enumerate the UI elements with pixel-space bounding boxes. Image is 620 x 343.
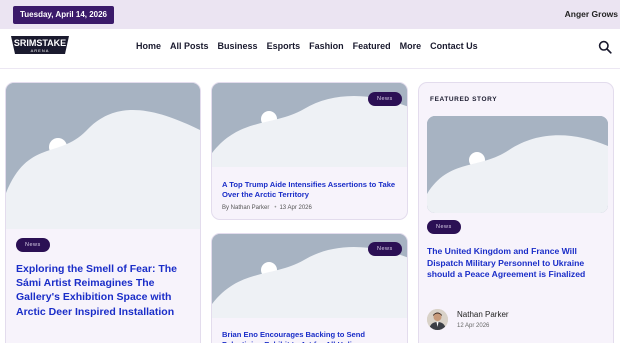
post-title[interactable]: A Top Trump Aide Intensifies Assertions … bbox=[222, 180, 402, 201]
svg-text:ARENA: ARENA bbox=[31, 48, 50, 53]
nav-fashion[interactable]: Fashion bbox=[309, 41, 344, 51]
news-ticker[interactable]: Anger Grows bbox=[565, 9, 618, 19]
featured-date: 12 Apr 2026 bbox=[457, 323, 490, 329]
featured-label: FEATURED STORY bbox=[430, 96, 498, 103]
category-badge[interactable]: News bbox=[427, 220, 461, 234]
post-card-large[interactable]: News Exploring the Smell of Fear: The Sá… bbox=[5, 82, 201, 343]
search-icon[interactable] bbox=[598, 40, 612, 54]
featured-title[interactable]: The United Kingdom and France Will Dispa… bbox=[427, 246, 609, 281]
author-avatar[interactable] bbox=[427, 309, 448, 330]
nav-all-posts[interactable]: All Posts bbox=[170, 41, 209, 51]
top-bar: Tuesday, April 14, 2026 Anger Grows bbox=[0, 0, 620, 29]
post-date: 13 Apr 2026 bbox=[279, 205, 312, 211]
post-meta: By Nathan Parker • 13 Apr 2026 bbox=[222, 205, 312, 211]
site-logo[interactable]: SRIMSTAKE ARENA bbox=[9, 32, 71, 62]
nav-business[interactable]: Business bbox=[218, 41, 258, 51]
svg-text:SRIMSTAKE: SRIMSTAKE bbox=[14, 38, 66, 48]
site-header: SRIMSTAKE ARENA Home All Posts Business … bbox=[0, 29, 620, 69]
post-author[interactable]: By Nathan Parker bbox=[222, 205, 269, 211]
category-badge[interactable]: News bbox=[368, 92, 402, 106]
post-title[interactable]: Exploring the Smell of Fear: The Sámi Ar… bbox=[16, 262, 196, 319]
current-date: Tuesday, April 14, 2026 bbox=[13, 6, 115, 24]
featured-author[interactable]: Nathan Parker bbox=[457, 310, 509, 319]
nav-featured[interactable]: Featured bbox=[353, 41, 391, 51]
nav-home[interactable]: Home bbox=[136, 41, 161, 51]
post-image-placeholder[interactable] bbox=[6, 83, 200, 229]
nav-contact-us[interactable]: Contact Us bbox=[430, 41, 478, 51]
post-title[interactable]: Brian Eno Encourages Backing to Send Pal… bbox=[222, 330, 402, 343]
featured-image-placeholder[interactable] bbox=[427, 116, 608, 213]
post-card[interactable]: News Brian Eno Encourages Backing to Sen… bbox=[211, 233, 408, 343]
featured-story-card: FEATURED STORY News The United Kingdom a… bbox=[418, 82, 614, 343]
post-card[interactable]: News A Top Trump Aide Intensifies Assert… bbox=[211, 82, 408, 220]
nav-esports[interactable]: Esports bbox=[267, 41, 301, 51]
category-badge[interactable]: News bbox=[368, 242, 402, 256]
category-badge[interactable]: News bbox=[16, 238, 50, 252]
nav-more[interactable]: More bbox=[400, 41, 422, 51]
main-nav: Home All Posts Business Esports Fashion … bbox=[136, 41, 478, 51]
